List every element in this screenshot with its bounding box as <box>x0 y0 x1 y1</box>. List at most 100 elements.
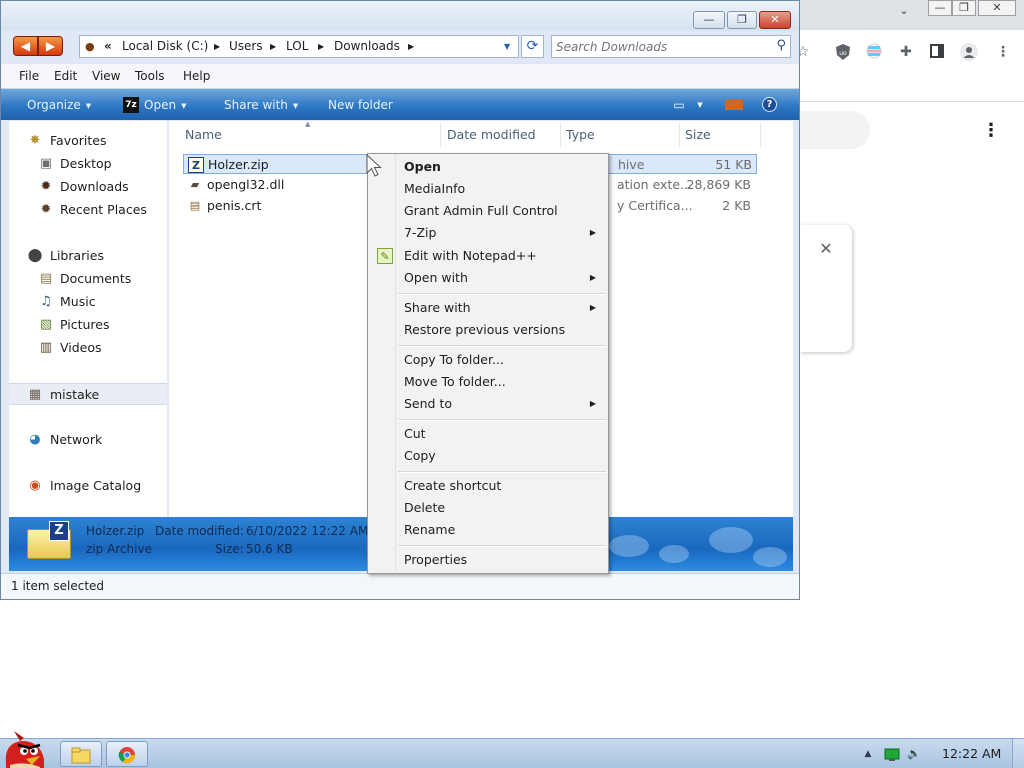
nav-label: Image Catalog <box>50 478 142 493</box>
menu-item-cut[interactable]: Cut <box>370 423 606 445</box>
angry-bird-start-icon[interactable] <box>0 729 50 768</box>
search-input[interactable] <box>556 38 764 55</box>
nav-videos[interactable]: ▥ Videos <box>9 337 167 359</box>
taskbar-explorer-button[interactable] <box>60 741 102 767</box>
breadcrumb-downloads[interactable]: Downloads <box>334 36 400 57</box>
menu-item-7zip[interactable]: 7-Zip ▶ <box>370 222 606 244</box>
nav-label: Videos <box>60 340 102 355</box>
nav-label: Recent Places <box>60 202 147 217</box>
open-button[interactable]: Open ▼ <box>144 97 186 113</box>
browser-search-box[interactable] <box>800 111 870 149</box>
breadcrumb-overflow[interactable]: « <box>104 36 112 57</box>
sidepanel-icon[interactable] <box>928 43 946 61</box>
organize-button[interactable]: Organize ▼ <box>27 97 91 113</box>
network-icon[interactable] <box>884 746 900 762</box>
menu-item-delete[interactable]: Delete <box>370 497 606 519</box>
nav-music[interactable]: ♫ Music <box>9 291 167 313</box>
nav-network[interactable]: ◕ Network <box>9 429 167 451</box>
flag-icon[interactable] <box>865 43 883 61</box>
menu-help[interactable]: Help <box>183 64 210 88</box>
column-header-name[interactable]: Name <box>185 123 441 147</box>
menu-edit[interactable]: Edit <box>54 64 77 88</box>
address-bar[interactable]: ● « Local Disk (C:) ▶ Users ▶ LOL ▶ Down… <box>79 35 519 58</box>
menu-item-restore-versions[interactable]: Restore previous versions <box>370 319 606 341</box>
kebab-menu-icon[interactable]: ⋮ <box>994 43 1012 61</box>
chevron-right-icon[interactable]: ▶ <box>318 36 324 57</box>
browser-close-button[interactable]: ✕ <box>978 0 1016 16</box>
show-hidden-icons[interactable]: ▲ <box>860 746 876 762</box>
menu-item-open[interactable]: Open <box>370 156 606 178</box>
nav-recent-places[interactable]: ✹ Recent Places <box>9 199 167 221</box>
chevron-right-icon[interactable]: ▶ <box>214 36 220 57</box>
menu-item-share-with[interactable]: Share with ▶ <box>370 297 606 319</box>
chevron-right-icon[interactable]: ▶ <box>270 36 276 57</box>
decor-bubble <box>753 547 787 567</box>
zip-badge: Z <box>49 521 69 541</box>
close-button[interactable]: ✕ <box>759 11 791 29</box>
menu-item-rename[interactable]: Rename <box>370 519 606 541</box>
minimize-button[interactable]: — <box>693 11 725 29</box>
mouse-cursor-icon <box>366 154 382 177</box>
profile-icon[interactable] <box>960 43 978 61</box>
navigation-row: ◀ ▶ ● « Local Disk (C:) ▶ Users ▶ LOL ▶ … <box>1 33 799 61</box>
share-with-button[interactable]: Share with ▼ <box>224 97 298 113</box>
menu-item-create-shortcut[interactable]: Create shortcut <box>370 475 606 497</box>
search-icon[interactable]: ⚲ <box>776 38 786 53</box>
nav-libraries[interactable]: ⬤ Libraries <box>9 245 167 267</box>
close-icon[interactable]: ✕ <box>818 240 834 258</box>
breadcrumb-lol[interactable]: LOL <box>286 36 308 57</box>
maximize-button[interactable]: ❐ <box>727 11 757 29</box>
forward-button[interactable]: ▶ <box>38 36 63 56</box>
breadcrumb-users[interactable]: Users <box>229 36 263 57</box>
nav-desktop[interactable]: ▣ Desktop <box>9 153 167 175</box>
menu-item-move-to-folder[interactable]: Move To folder... <box>370 371 606 393</box>
page-menu-icon[interactable]: ⋮ <box>982 120 1000 142</box>
column-header-size[interactable]: Size <box>685 123 761 147</box>
share-label: Share with <box>224 98 288 112</box>
menu-item-send-to[interactable]: Send to ▶ <box>370 393 606 415</box>
menu-item-copy-to-folder[interactable]: Copy To folder... <box>370 349 606 371</box>
menu-item-copy[interactable]: Copy <box>370 445 606 467</box>
nav-favorites[interactable]: ✸ Favorites <box>9 130 167 152</box>
nav-image-catalog[interactable]: ◉ Image Catalog <box>9 475 167 497</box>
show-desktop-button[interactable] <box>1012 739 1024 768</box>
nav-mistake[interactable]: ▦ mistake <box>9 383 167 405</box>
chevron-down-icon[interactable]: ▼ <box>695 97 705 113</box>
browser-maximize-button[interactable]: ❐ <box>952 0 976 16</box>
breadcrumb-local-disk[interactable]: Local Disk (C:) <box>122 36 208 57</box>
menu-view[interactable]: View <box>92 64 120 88</box>
menu-item-edit-notepad[interactable]: ✎ Edit with Notepad++ <box>370 245 606 267</box>
menu-item-grant-admin[interactable]: Grant Admin Full Control <box>370 200 606 222</box>
refresh-button[interactable]: ⟳ <box>521 35 544 58</box>
nav-downloads[interactable]: ✹ Downloads <box>9 176 167 198</box>
menu-file[interactable]: File <box>19 64 39 88</box>
chevron-down-icon[interactable]: ▼ <box>504 36 510 57</box>
view-options-icon[interactable]: ▭ <box>671 97 687 113</box>
puzzle-icon[interactable]: ✚ <box>897 43 915 61</box>
chevron-right-icon[interactable]: ▶ <box>408 36 414 57</box>
clock[interactable]: 12:22 AM <box>942 739 1001 768</box>
menu-tools[interactable]: Tools <box>135 64 165 88</box>
browser-minimize-button[interactable]: — <box>928 0 952 16</box>
menu-item-properties[interactable]: Properties <box>370 549 606 571</box>
menu-item-open-with[interactable]: Open with ▶ <box>370 267 606 289</box>
nav-arrows: ◀ ▶ <box>13 36 65 56</box>
nav-pictures[interactable]: ▧ Pictures <box>9 314 167 336</box>
taskbar-chrome-button[interactable] <box>106 741 148 767</box>
volume-icon[interactable]: 🔈 <box>906 746 922 762</box>
nav-documents[interactable]: ▤ Documents <box>9 268 167 290</box>
menu-item-label: Open with <box>404 270 468 285</box>
menu-item-label: Delete <box>404 500 446 515</box>
tab-search-button[interactable]: ⌄ <box>896 4 912 20</box>
menu-item-mediainfo[interactable]: MediaInfo <box>370 178 606 200</box>
folder-icon: ● <box>85 40 95 53</box>
ublock-icon[interactable]: uo <box>834 43 852 61</box>
column-header-date[interactable]: Date modified <box>447 123 561 147</box>
menu-item-label: Edit with Notepad++ <box>404 248 537 263</box>
help-icon[interactable]: ? <box>762 97 777 112</box>
menu-separator <box>398 293 606 295</box>
new-folder-button[interactable]: New folder <box>328 97 393 113</box>
column-header-type[interactable]: Type <box>566 123 680 147</box>
preview-pane-icon[interactable] <box>725 100 743 110</box>
back-button[interactable]: ◀ <box>13 36 38 56</box>
